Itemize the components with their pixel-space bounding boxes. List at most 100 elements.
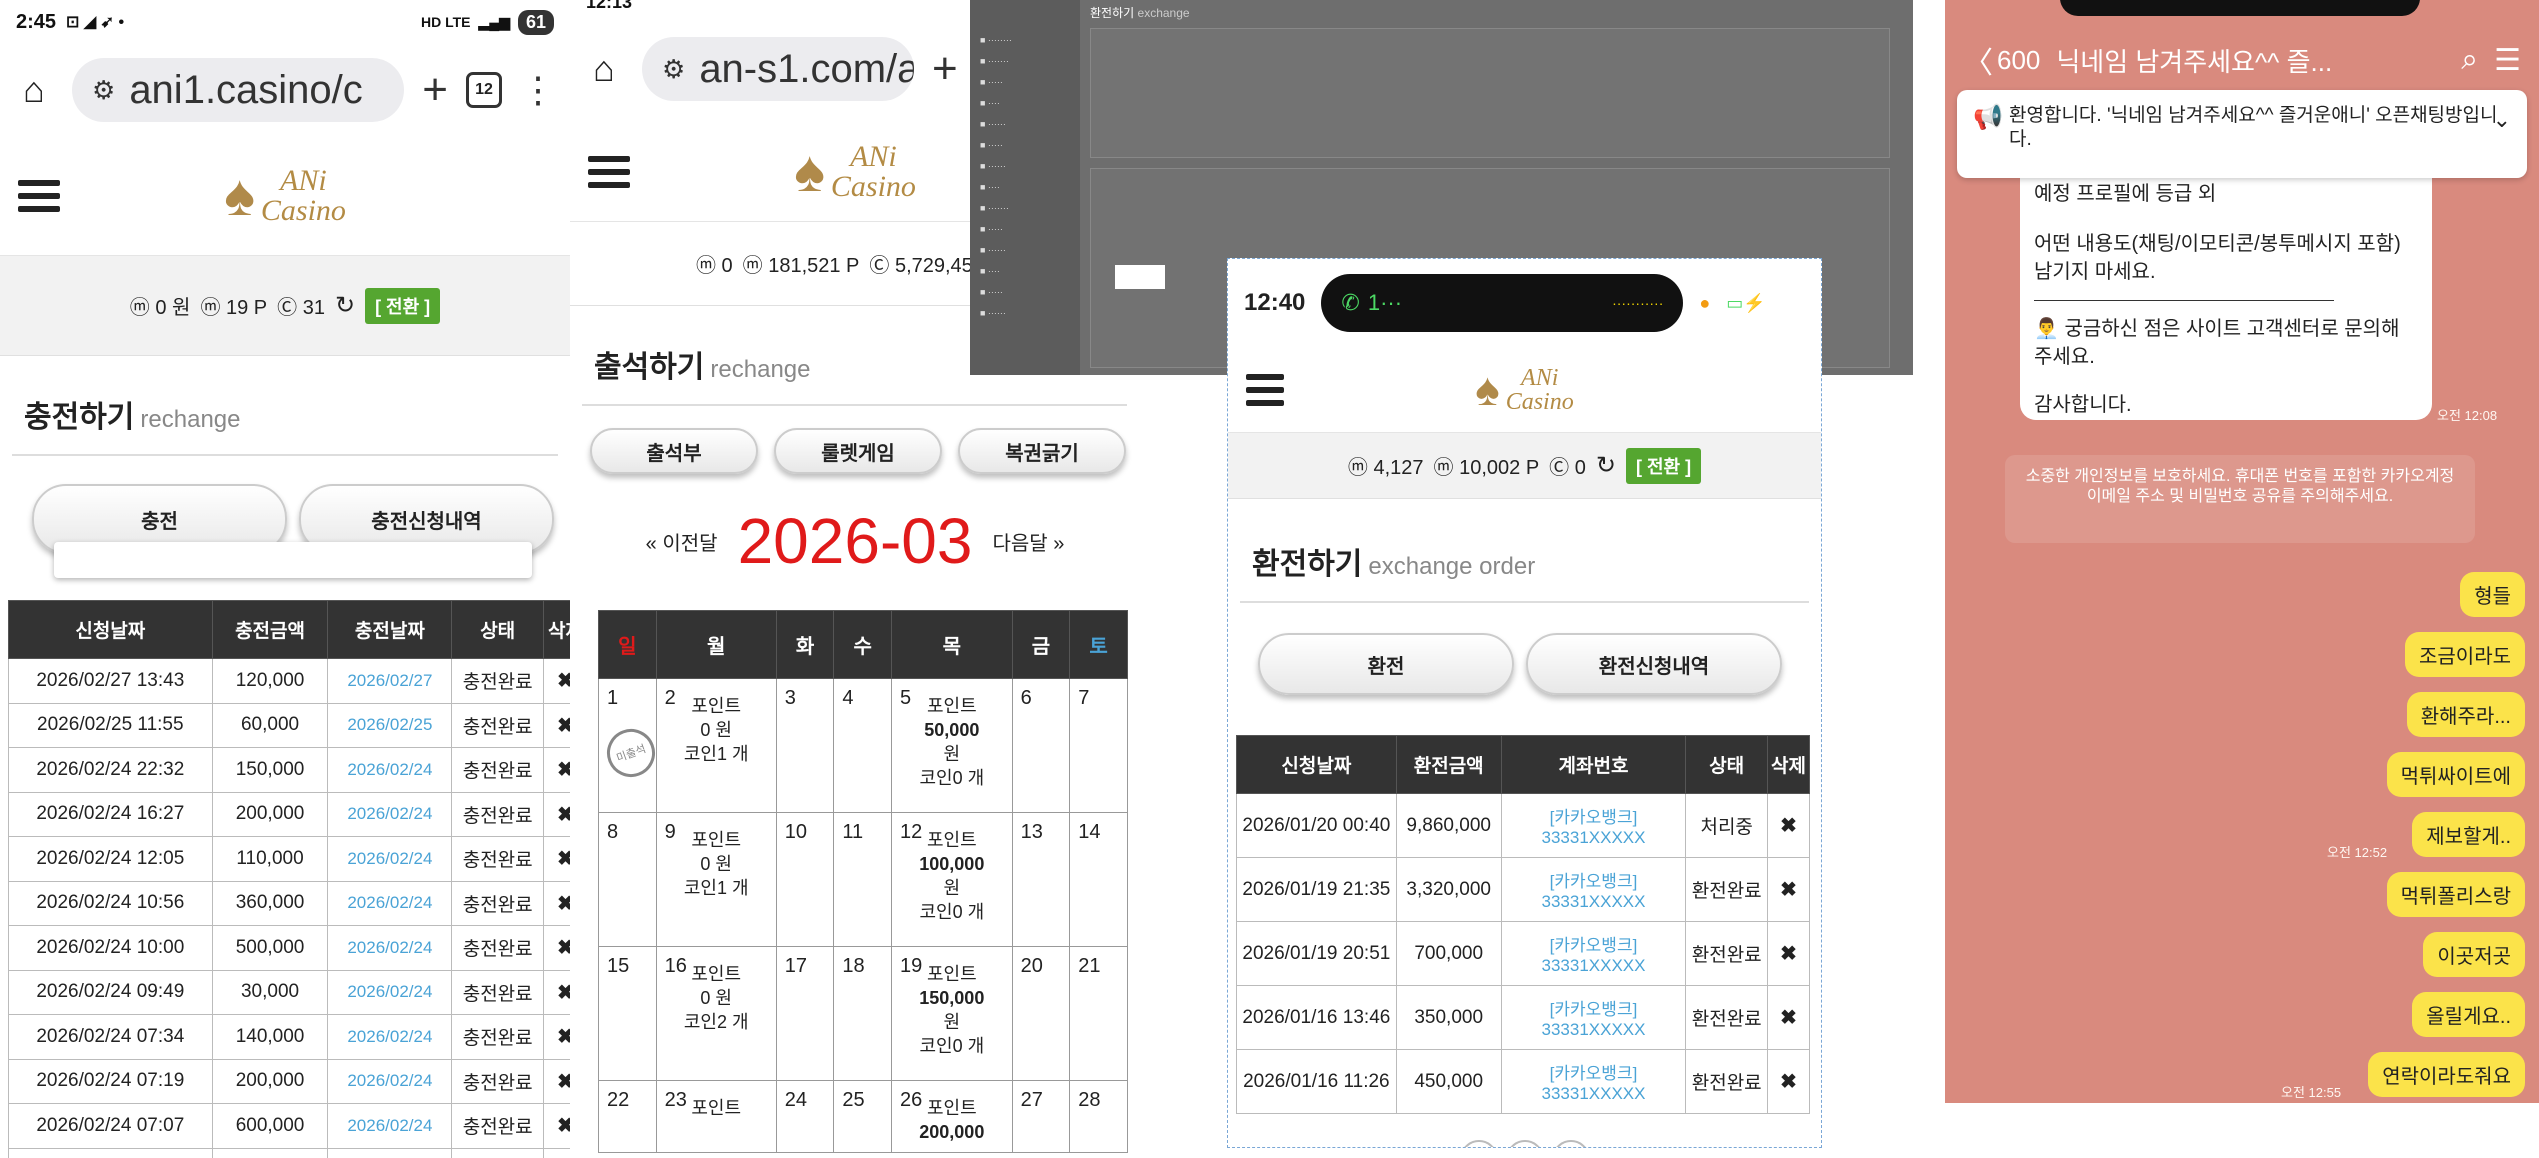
link-cell[interactable]: [카카오뱅크] 33331XXXXX	[1500, 1049, 1687, 1114]
link-cell[interactable]: 2026/02/27	[327, 658, 453, 704]
chat-message-bubble[interactable]: 제보할게..	[2412, 812, 2525, 857]
back-icon[interactable]: 〈	[1963, 38, 1993, 82]
sidebar-item-6[interactable]: ■ ·····	[980, 135, 1070, 156]
hamburger-icon[interactable]	[588, 155, 630, 188]
hamburger-icon[interactable]	[1246, 373, 1284, 406]
link-cell[interactable]: [카카오뱅크] 33331XXXXX	[1500, 857, 1687, 922]
lottery-button[interactable]: 복권긁기	[958, 428, 1126, 474]
link-cell[interactable]: 2026/02/24	[327, 969, 453, 1015]
calendar-day[interactable]: 11	[833, 812, 893, 947]
exchange-button[interactable]: 환전	[1258, 633, 1514, 695]
sidebar-item-7[interactable]: ■ ······	[980, 156, 1070, 177]
calendar-day[interactable]: 12 포인트 100,000 원 코인0 개	[891, 812, 1013, 947]
delete-icon[interactable]: ✖	[543, 702, 570, 748]
calendar-day[interactable]: 22	[598, 1080, 657, 1153]
calendar-day[interactable]: 19 포인트 150,000 원 코인0 개	[891, 946, 1013, 1081]
refresh-icon[interactable]: ↻	[335, 291, 355, 320]
address-bar[interactable]: ⚙ an-s1.com/a	[642, 37, 914, 101]
link-cell[interactable]: 2026/02/24	[327, 1103, 453, 1149]
link-cell[interactable]: 2026/02/24	[327, 880, 453, 926]
calendar-day[interactable]: 18	[833, 946, 893, 1081]
refresh-icon[interactable]: ↻	[1596, 451, 1616, 480]
calendar-day[interactable]: 10	[775, 812, 835, 947]
calendar-day[interactable]: 27	[1011, 1080, 1071, 1153]
new-tab-icon[interactable]: +	[422, 65, 448, 115]
delete-icon[interactable]: ✖	[543, 969, 570, 1015]
link-cell[interactable]: 2026/02/24	[327, 925, 453, 971]
calendar-day[interactable]: 8	[598, 812, 657, 947]
sidebar-item-12[interactable]: ■ ····	[980, 261, 1070, 282]
delete-icon[interactable]: ✖	[1767, 921, 1810, 986]
delete-icon[interactable]: ✖	[543, 747, 570, 793]
calendar-day[interactable]: 13	[1011, 812, 1071, 947]
delete-icon[interactable]: ✖	[543, 1014, 570, 1060]
chat-message-bubble[interactable]: 올릴게요..	[2412, 992, 2525, 1037]
roulette-button[interactable]: 룰렛게임	[774, 428, 942, 474]
sidebar-item-5[interactable]: ■ ······	[980, 114, 1070, 135]
calendar-day[interactable]: 9 포인트 0 원 코인1 개	[655, 812, 777, 947]
delete-icon[interactable]: ✖	[1767, 857, 1810, 922]
site-settings-icon[interactable]: ⚙	[92, 75, 115, 106]
sidebar-item-8[interactable]: ■ ····	[980, 177, 1070, 198]
link-cell[interactable]: 2026/02/24	[327, 1147, 453, 1158]
exchange-history-button[interactable]: 환전신청내역	[1526, 633, 1782, 695]
delete-icon[interactable]: ✖	[543, 791, 570, 837]
swap-button[interactable]: [ 전환 ]	[365, 287, 441, 324]
sidebar-item-1[interactable]: ■ ········	[980, 30, 1070, 51]
site-settings-icon[interactable]: ⚙	[662, 54, 685, 85]
tab-switcher-button[interactable]: 12	[466, 72, 502, 108]
calendar-day[interactable]: 14	[1069, 812, 1128, 947]
search-icon[interactable]: ⌕	[2461, 43, 2478, 77]
calendar-day[interactable]: 5 포인트 50,000 원 코인0 개	[891, 678, 1013, 813]
menu-icon[interactable]: ☰	[2494, 43, 2521, 78]
prev-page-button[interactable]: ‹	[1459, 1140, 1498, 1147]
delete-icon[interactable]: ✖	[1767, 793, 1810, 858]
delete-icon[interactable]: ✖	[543, 836, 570, 882]
next-month-link[interactable]: 다음달 »	[992, 527, 1064, 556]
calendar-day[interactable]: 24	[775, 1080, 835, 1153]
calendar-day[interactable]: 15	[598, 946, 657, 1081]
chat-message-bubble[interactable]: 이곳저곳	[2423, 932, 2525, 977]
calendar-day[interactable]: 20	[1011, 946, 1071, 1081]
attendance-button[interactable]: 출석부	[590, 428, 758, 474]
casino-logo[interactable]: ♠ ANi Casino	[224, 162, 346, 229]
link-cell[interactable]: [카카오뱅크] 33331XXXXX	[1500, 793, 1687, 858]
dropdown-overlay[interactable]	[54, 542, 532, 578]
sidebar-item-2[interactable]: ■ ·······	[980, 51, 1070, 72]
calendar-day[interactable]: 3	[775, 678, 835, 813]
link-cell[interactable]: 2026/02/24	[327, 791, 453, 837]
sidebar-item-4[interactable]: ■ ····	[980, 93, 1070, 114]
calendar-day[interactable]: 2 포인트 0 원 코인1 개	[655, 678, 777, 813]
casino-logo[interactable]: ♠ ANi Casino	[1475, 363, 1573, 416]
delete-icon[interactable]: ✖	[543, 1058, 570, 1104]
sidebar-item-10[interactable]: ■ ·····	[980, 219, 1070, 240]
sidebar-item-3[interactable]: ■ ·····	[980, 72, 1070, 93]
chat-message-bubble[interactable]: 연락이라도줘요	[2368, 1052, 2525, 1097]
pinned-notice[interactable]: 📢 환영합니다. '닉네임 남겨주세요^^ 즐거운애니' 오픈채팅방입니다. ⌄	[1957, 90, 2527, 178]
delete-icon[interactable]: ✖	[543, 658, 570, 704]
link-cell[interactable]: 2026/02/24	[327, 836, 453, 882]
page-1-button[interactable]: 1	[1505, 1140, 1544, 1147]
calendar-day[interactable]: 16 포인트 0 원 코인2 개	[655, 946, 777, 1081]
calendar-day[interactable]: 4	[833, 678, 893, 813]
delete-icon[interactable]: ✖	[1767, 1049, 1810, 1114]
chat-message-bubble[interactable]: 먹튀폴리스랑	[2386, 872, 2525, 917]
desktop-input-overlay[interactable]	[1115, 265, 1165, 289]
calendar-day[interactable]: 21	[1069, 946, 1128, 1081]
calendar-day[interactable]: 28	[1069, 1080, 1128, 1153]
swap-button[interactable]: [ 전환 ]	[1625, 447, 1702, 484]
address-bar[interactable]: ⚙ ani1.casino/c	[72, 58, 405, 122]
delete-icon[interactable]: ✖	[1767, 985, 1810, 1050]
chat-message-bubble[interactable]: 형들	[2460, 572, 2525, 617]
calendar-day[interactable]: 7	[1069, 678, 1128, 813]
chat-message-bubble[interactable]: 환해주라...	[2406, 692, 2525, 737]
sidebar-item-13[interactable]: ■ ·····	[980, 282, 1070, 303]
link-cell[interactable]: 2026/02/24	[327, 747, 453, 793]
casino-logo[interactable]: ♠ ANi Casino	[794, 138, 916, 205]
link-cell[interactable]: 2026/02/24	[327, 1014, 453, 1060]
menu-icon[interactable]: ⋮	[520, 69, 556, 111]
sidebar-item-9[interactable]: ■ ·······	[980, 198, 1070, 219]
hamburger-icon[interactable]	[18, 179, 60, 212]
delete-icon[interactable]: ✖	[543, 880, 570, 926]
calendar-day[interactable]: 25	[833, 1080, 893, 1153]
